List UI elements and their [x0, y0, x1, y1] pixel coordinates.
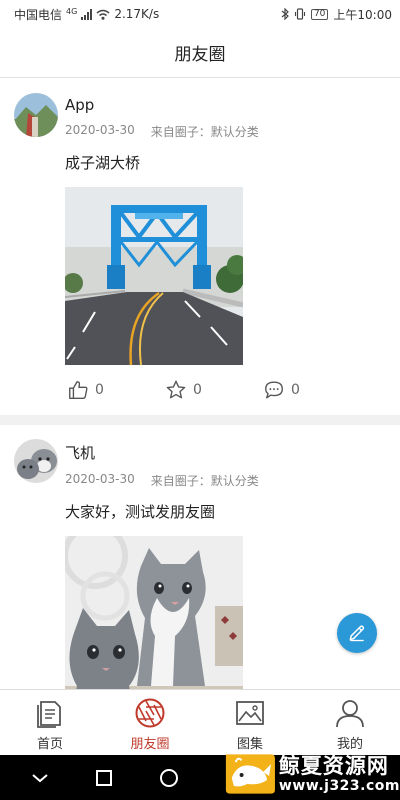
post-card: 飞机 2020-03-30 来自圈子：默认分类 大家好，测试发朋友圈	[0, 425, 400, 689]
site-watermark: 鲸夏资源网 www.j323.com	[220, 748, 400, 800]
bluetooth-icon	[281, 8, 289, 20]
home-button[interactable]	[74, 769, 134, 786]
moments-feed[interactable]: App 2020-03-30 来自圈子：默认分类 成子湖大桥 0 0 0 飞机 …	[0, 79, 400, 689]
carrier-name: 中国电信	[14, 7, 63, 22]
favorite-button[interactable]: 0	[165, 379, 263, 401]
like-count: 0	[95, 382, 104, 398]
comment-count: 0	[291, 382, 300, 398]
image-icon	[236, 701, 264, 725]
post-text: 大家好，测试发朋友圈	[65, 503, 216, 521]
star-icon	[166, 380, 186, 399]
network-type: 4G	[66, 6, 78, 16]
page-title: 朋友圈	[174, 45, 226, 65]
post-author[interactable]: 飞机	[65, 442, 259, 463]
tab-home[interactable]: 首页	[0, 690, 100, 755]
compose-post-button[interactable]	[337, 613, 377, 653]
post-source[interactable]: 来自圈子：默认分类	[151, 123, 259, 140]
pencil-icon	[349, 625, 365, 642]
post-card: App 2020-03-30 来自圈子：默认分类 成子湖大桥 0 0 0	[0, 79, 400, 425]
signal-icon	[81, 8, 93, 20]
battery-level: 70	[313, 8, 326, 19]
clock: 上午10:00	[333, 7, 392, 22]
tab-label: 朋友圈	[130, 737, 170, 752]
aperture-icon	[135, 698, 165, 728]
like-button[interactable]: 0	[67, 379, 165, 401]
post-divider	[0, 415, 400, 425]
wifi-icon	[96, 9, 110, 20]
post-source[interactable]: 来自圈子：默认分类	[151, 472, 259, 489]
post-date: 2020-03-30	[65, 472, 135, 486]
vibrate-icon	[294, 8, 306, 20]
battery-icon: 70	[310, 8, 329, 20]
square-icon	[96, 769, 112, 786]
comment-button[interactable]: 0	[263, 379, 361, 401]
thumbs-up-icon	[69, 381, 88, 399]
tab-label: 首页	[36, 737, 63, 752]
page-header: 朋友圈	[0, 28, 400, 78]
avatar[interactable]	[14, 439, 58, 483]
chevron-down-icon	[32, 773, 48, 782]
document-icon	[37, 701, 61, 728]
status-bar: 中国电信 4G 2.17K/s 70 上午10:00	[0, 0, 400, 28]
tab-gallery[interactable]: 图集	[200, 690, 300, 755]
tab-moments[interactable]: 朋友圈	[100, 690, 200, 755]
user-icon	[336, 700, 364, 728]
comment-icon	[265, 381, 283, 399]
post-author[interactable]: App	[65, 96, 259, 114]
post-text: 成子湖大桥	[65, 154, 141, 172]
favorite-count: 0	[193, 382, 202, 398]
bottom-tab-bar: 首页 朋友圈 图集 我的	[0, 689, 400, 755]
post-image-kittens[interactable]	[65, 536, 243, 689]
watermark-url: www.j323.com	[278, 778, 400, 794]
post-date: 2020-03-30	[65, 123, 135, 137]
app-screen: 中国电信 4G 2.17K/s 70 上午10:00 朋友圈 App 2020-…	[0, 0, 400, 800]
back-button[interactable]	[10, 772, 70, 784]
recents-button[interactable]	[139, 768, 199, 787]
tab-profile[interactable]: 我的	[300, 690, 400, 755]
avatar[interactable]	[14, 93, 58, 137]
circle-icon	[160, 768, 178, 787]
network-speed: 2.17K/s	[114, 7, 160, 21]
post-image-bridge[interactable]	[65, 187, 243, 365]
watermark-title: 鲸夏资源网	[278, 754, 389, 778]
whale-logo-icon	[225, 754, 275, 794]
